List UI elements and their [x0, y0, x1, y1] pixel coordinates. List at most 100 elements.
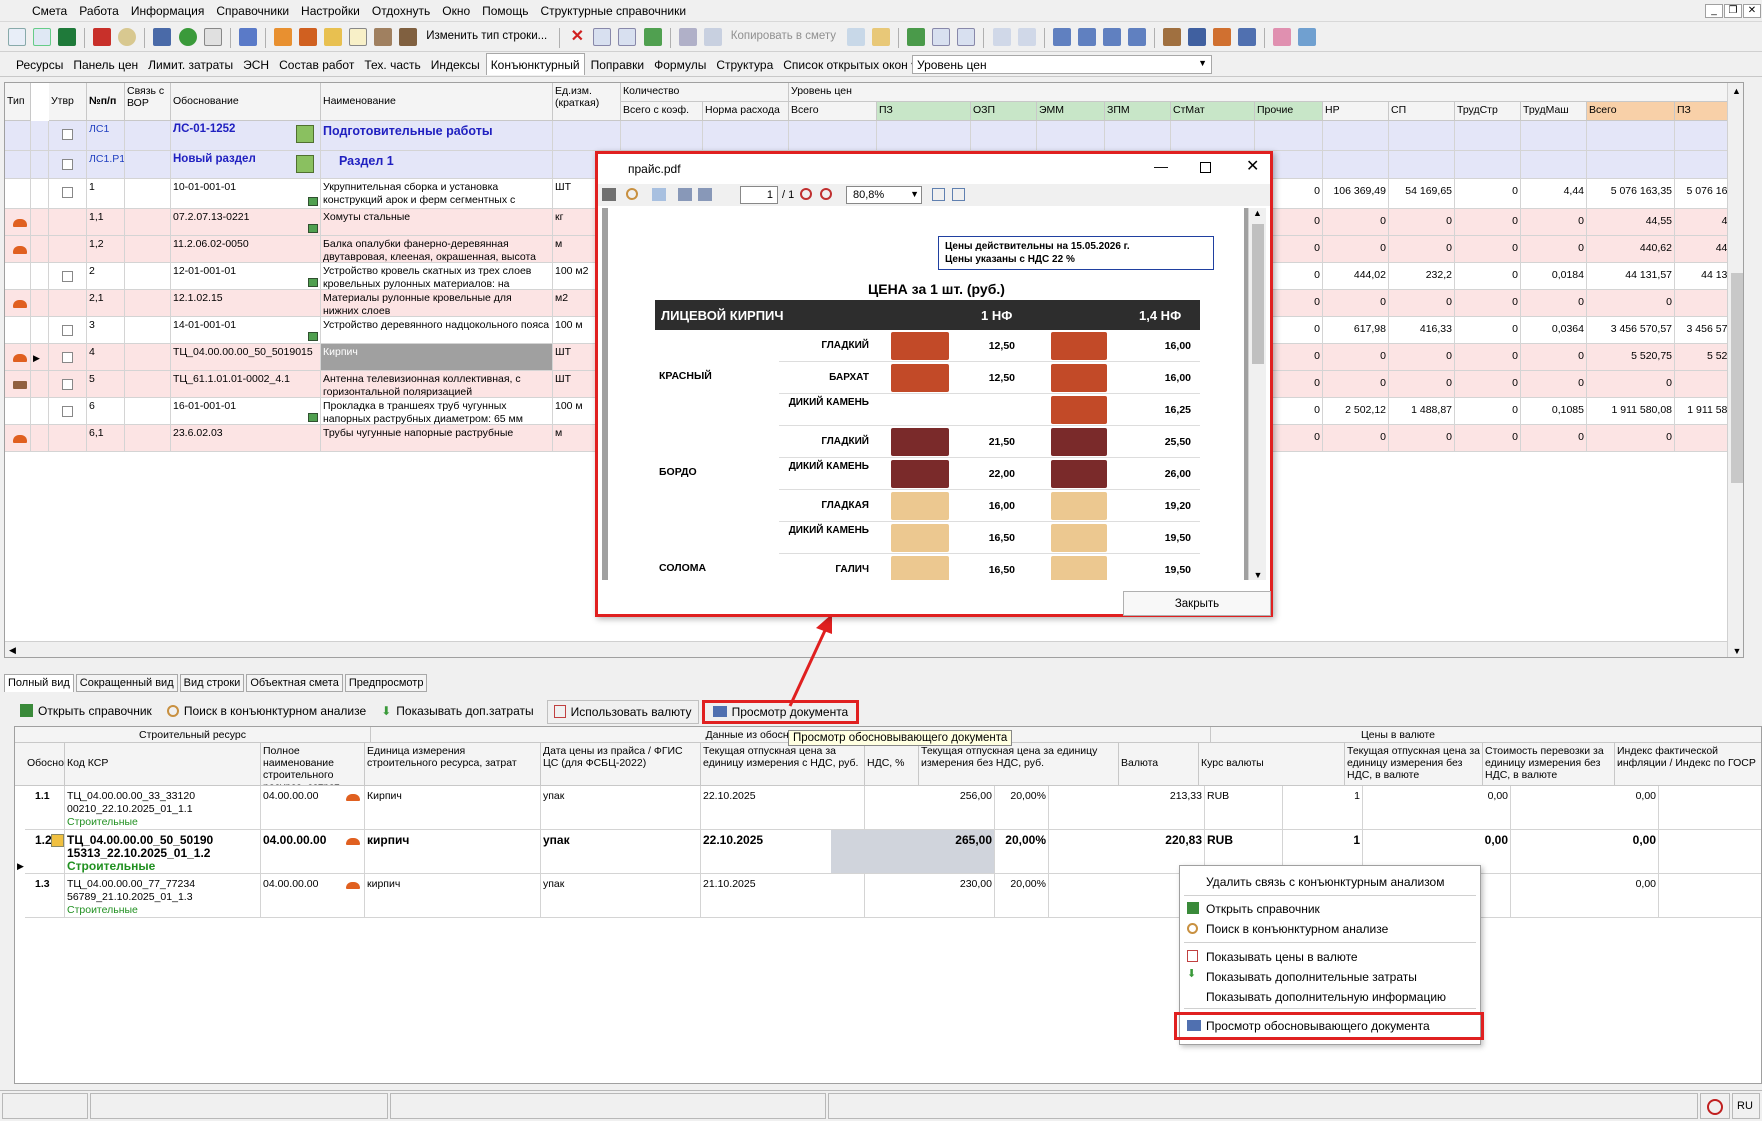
row-value-cell-7[interactable]: 106 369,49: [1323, 179, 1389, 209]
row-value-cell-0[interactable]: [789, 121, 877, 151]
notification-off-icon[interactable]: [1707, 1099, 1723, 1115]
tab-tech-part[interactable]: Тех. часть: [360, 54, 424, 76]
row-unit-cell[interactable]: [553, 121, 621, 151]
menu-search[interactable]: Поиск в конъюнктурном анализе: [1206, 922, 1388, 936]
row-value-cell-6[interactable]: [1255, 121, 1323, 151]
row-number-cell[interactable]: 4: [87, 344, 125, 371]
row-basis-cell[interactable]: 10-01-001-01: [171, 179, 321, 209]
row-type-cell[interactable]: [5, 290, 31, 317]
menu-struct[interactable]: Структурные справочники: [534, 0, 692, 22]
paste-icon[interactable]: [872, 28, 891, 46]
grid-vscrollbar[interactable]: ▲ ▼: [1727, 83, 1743, 657]
brow-num[interactable]: 1.2: [25, 830, 65, 874]
clipboard-icon[interactable]: [847, 28, 866, 46]
row-basis-cell[interactable]: ТЦ_61.1.01.01-0002_4.1: [171, 371, 321, 398]
tab-short-view[interactable]: Сокращенный вид: [75, 674, 178, 692]
hammer-icon[interactable]: [1163, 28, 1182, 46]
car-icon[interactable]: [1188, 28, 1207, 46]
tab-konyunkturny[interactable]: Конъюнктурный: [485, 53, 585, 75]
brow-unit[interactable]: упак: [541, 786, 701, 830]
row-value-cell-10[interactable]: 0,1085: [1521, 398, 1587, 425]
brow-num[interactable]: 1.3: [25, 874, 65, 918]
row-number-cell[interactable]: 5: [87, 371, 125, 398]
new-icon[interactable]: [8, 28, 26, 46]
import-icon[interactable]: [33, 28, 52, 46]
fit-page-icon[interactable]: [952, 188, 965, 201]
tab-structure[interactable]: Структура: [712, 54, 777, 76]
filter2-icon[interactable]: [1017, 28, 1036, 46]
row-name-cell[interactable]: Устройство кровель скатных из трех слоев…: [321, 263, 553, 290]
row-value-cell-8[interactable]: 416,33: [1389, 317, 1455, 344]
row-number-cell[interactable]: 1,1: [87, 209, 125, 236]
pdf-scroll-thumb[interactable]: [1252, 224, 1264, 364]
row-link-cell[interactable]: [125, 209, 171, 236]
approve-checkbox[interactable]: [62, 271, 73, 282]
row-value-cell-7[interactable]: 0: [1323, 209, 1389, 236]
row-number-cell[interactable]: ЛС1: [87, 121, 125, 151]
row-approve-cell[interactable]: [49, 263, 87, 290]
row-value-cell-10[interactable]: 4,44: [1521, 179, 1587, 209]
row-basis-cell[interactable]: ТЦ_04.00.00.00_50_5019015: [171, 344, 321, 371]
approve-checkbox[interactable]: [62, 187, 73, 198]
row-value-cell-9[interactable]: 0: [1455, 398, 1521, 425]
row-pointer-cell[interactable]: [31, 398, 49, 425]
row-pointer-cell[interactable]: [31, 151, 49, 179]
brow-price-nds[interactable]: 265,00: [831, 830, 995, 874]
row-value-cell-7[interactable]: [1323, 151, 1389, 179]
tab-preview[interactable]: Предпросмотр: [344, 674, 428, 692]
header-obosn[interactable]: Обоснование: [171, 83, 321, 121]
price-level-dropdown[interactable]: Уровень цен ▼: [912, 55, 1212, 74]
row-basis-cell[interactable]: 11.2.06.02-0050: [171, 236, 321, 263]
row-value-cell-11[interactable]: 0: [1587, 371, 1675, 398]
row-value-cell-11[interactable]: 5 076 163,35: [1587, 179, 1675, 209]
bheader-3[interactable]: Полное наименование строительного ресурс…: [261, 743, 365, 786]
resource-icon[interactable]: [273, 28, 292, 46]
menu-pomosch[interactable]: Помощь: [476, 0, 534, 22]
scroll-thumb[interactable]: [1731, 273, 1743, 483]
brow-price-nds[interactable]: 256,00: [831, 786, 995, 830]
row-name-cell[interactable]: Прокладка в траншеях труб чугунных напор…: [321, 398, 553, 425]
tab-corrections[interactable]: Поправки: [587, 54, 648, 76]
refresh-icon[interactable]: [178, 28, 197, 46]
eraser-icon[interactable]: [1273, 28, 1292, 46]
row-name-cell[interactable]: Материалы рулонные кровельные для нижних…: [321, 290, 553, 317]
header-col-7[interactable]: НР: [1323, 102, 1389, 121]
row-name-cell[interactable]: Трубы чугунные напорные раструбные: [321, 425, 553, 452]
row-basis-cell[interactable]: 14-01-001-01: [171, 317, 321, 344]
header-col-0[interactable]: Всего: [789, 102, 877, 121]
menu-view-doc[interactable]: Просмотр обосновывающего документа: [1206, 1019, 1430, 1033]
row-value-cell-9[interactable]: 0: [1455, 263, 1521, 290]
row-value-cell-7[interactable]: 0: [1323, 236, 1389, 263]
pdf-close-btn[interactable]: Закрыть: [1123, 591, 1271, 616]
row-basis-cell[interactable]: Новый раздел: [171, 151, 321, 179]
vehicle-icon[interactable]: [1238, 28, 1257, 46]
row-approve-cell[interactable]: [49, 317, 87, 344]
row-pointer-cell[interactable]: [31, 121, 49, 151]
row-value-cell-10[interactable]: 0: [1521, 344, 1587, 371]
pdf-vscrollbar[interactable]: ▲ ▼: [1248, 208, 1266, 580]
row-value-cell-8[interactable]: 0: [1389, 236, 1455, 263]
close-button[interactable]: ✕: [1743, 4, 1761, 18]
row-value-cell-10[interactable]: 0: [1521, 290, 1587, 317]
row-type-cell[interactable]: [5, 398, 31, 425]
row-approve-cell[interactable]: [49, 398, 87, 425]
align2-icon[interactable]: [1127, 28, 1146, 46]
row-approve-cell[interactable]: [49, 344, 87, 371]
header-col-11[interactable]: Всего: [1587, 102, 1675, 121]
header-naim[interactable]: Наименование: [321, 83, 553, 121]
page-input[interactable]: 1: [740, 186, 778, 204]
menu-spravochniki[interactable]: Справочники: [210, 0, 295, 22]
row-pointer-cell[interactable]: ▶: [31, 344, 49, 371]
pr-icon[interactable]: [957, 28, 976, 46]
row-type-cell[interactable]: [5, 209, 31, 236]
tab-full-view[interactable]: Полный вид: [4, 674, 74, 692]
row-pointer-cell[interactable]: [31, 209, 49, 236]
row-type-cell[interactable]: [5, 236, 31, 263]
row-value-cell-7[interactable]: 0: [1323, 290, 1389, 317]
brow-basis[interactable]: ТЦ_04.00.00.00_77_77234 56789_21.10.2025…: [65, 874, 261, 918]
magnifier-icon[interactable]: [118, 28, 137, 46]
outdent-icon[interactable]: [1077, 28, 1096, 46]
comment-icon[interactable]: [349, 28, 367, 46]
brow-basis[interactable]: ТЦ_04.00.00.00_50_50190 15313_22.10.2025…: [65, 830, 261, 874]
row-value-cell-8[interactable]: 1 488,87: [1389, 398, 1455, 425]
